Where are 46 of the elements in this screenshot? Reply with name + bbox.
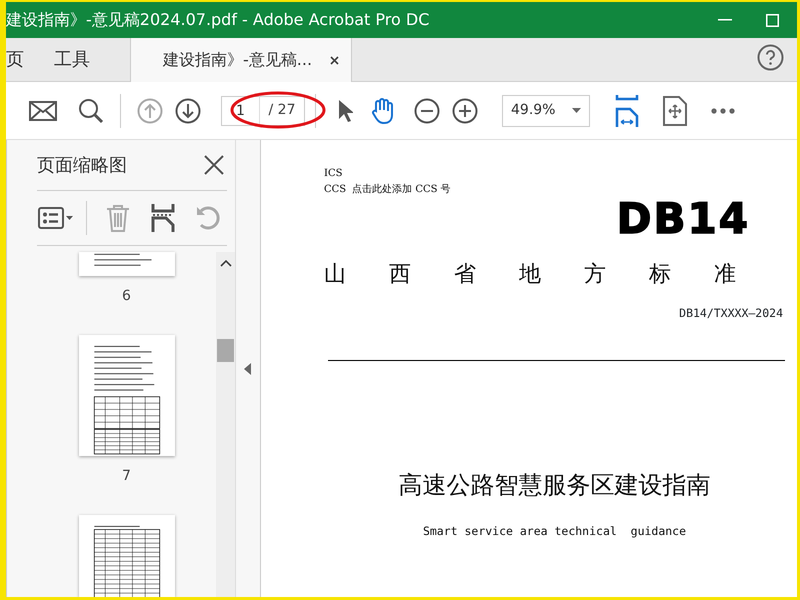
- maximize-icon: [766, 14, 778, 26]
- trash-icon: [106, 204, 130, 232]
- minimize-icon: [718, 19, 732, 21]
- document-title: 高速公路智慧服务区建设指南: [398, 470, 710, 502]
- more-dots-icon: [711, 108, 735, 114]
- standard-code: DB14: [616, 198, 750, 240]
- window-title: 建设指南》-意见稿2024.07.pdf - Adobe Acrobat Pro DC: [6, 9, 430, 31]
- caret-up-icon[interactable]: [220, 260, 232, 267]
- zoom-out-icon: [414, 98, 440, 124]
- help-icon: [756, 44, 784, 70]
- page-thumbnail[interactable]: [78, 252, 174, 276]
- hand-icon: [371, 96, 395, 124]
- document-tab[interactable]: 建设指南》-意见稿...: [130, 38, 352, 82]
- scrollbar[interactable]: [216, 252, 235, 597]
- nav-tab[interactable]: 工具: [54, 38, 102, 81]
- pointer-arrow-icon: [337, 98, 353, 122]
- scrollbar-thumb[interactable]: [217, 339, 234, 362]
- zoom-dropdown[interactable]: 49.9%: [502, 94, 590, 126]
- insert-page-icon: [151, 204, 176, 232]
- caret-icon: [572, 108, 581, 113]
- page-thumbnail[interactable]: [78, 334, 174, 456]
- mail-icon: [29, 100, 57, 120]
- page-thumbnail[interactable]: [78, 515, 174, 597]
- nav-tab[interactable]: 页: [6, 38, 36, 81]
- page-total: / 27: [259, 96, 305, 126]
- search-icon: [78, 98, 104, 124]
- standard-number: DB14/TXXXX—2024: [679, 305, 783, 322]
- options-list-icon: [38, 207, 74, 229]
- collapse-arrow-icon[interactable]: [244, 362, 252, 374]
- tab-label[interactable]: 建设指南》-意见稿...: [163, 48, 312, 72]
- ccs-hint: 点击此处添加 CCS 号: [352, 184, 451, 195]
- page-number: 7: [122, 467, 131, 486]
- ccs-label: CCS: [324, 184, 346, 195]
- panel-title: 页面缩略图: [37, 154, 127, 178]
- close-icon: [204, 155, 224, 175]
- arrow-down-circle-icon: [175, 98, 201, 124]
- ics-label: ICS: [324, 167, 344, 181]
- standard-type: 山西省地方标准: [324, 261, 779, 289]
- page-move-icon: [663, 96, 687, 126]
- zoom-in-icon: [452, 98, 478, 124]
- page-number: 6: [122, 286, 131, 306]
- close-icon: [330, 56, 339, 66]
- fit-width-icon: [615, 94, 639, 126]
- rotate-icon: [195, 205, 222, 231]
- arrow-up-circle-icon: [137, 98, 163, 124]
- document-subtitle: Smart service area technical guidance: [422, 523, 686, 540]
